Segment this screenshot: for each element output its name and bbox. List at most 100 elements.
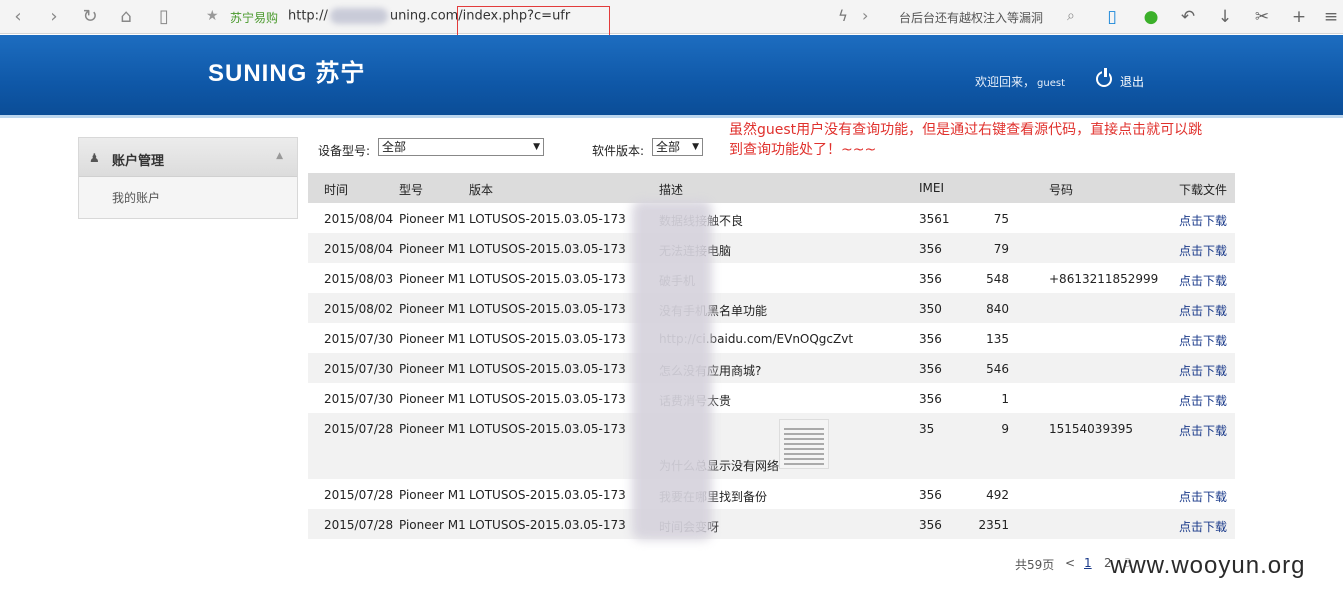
version-filter-label: 软件版本:: [592, 144, 645, 158]
cell-version: LOTUSOS-2015.03.05-173: [469, 422, 626, 436]
cell-imei: 350: [919, 302, 942, 316]
cell-model: Pioneer M1: [399, 212, 466, 226]
chevron-right-icon[interactable]: ›: [862, 6, 868, 25]
cell-time: 2015/08/03: [324, 272, 394, 286]
download-link[interactable]: 点击下载: [1179, 332, 1227, 349]
cell-imei: 35: [919, 422, 935, 436]
table-row: 2015/08/04 Pioneer M1 LOTUSOS-2015.03.05-1…: [308, 233, 1235, 263]
download-icon[interactable]: ↓: [1213, 5, 1237, 29]
table-row: 2015/07/30 Pioneer M1 LOTUSOS-2015.03.05-1…: [308, 323, 1235, 353]
cell-time: 2015/08/04: [324, 242, 394, 256]
cell-model: Pioneer M1: [399, 242, 466, 256]
cell-version: LOTUSOS-2015.03.05-173: [469, 362, 626, 376]
table-row: 2015/07/28 Pioneer M1 LOTUSOS-2015.03.05-1…: [308, 413, 1235, 479]
sidebar-item-my-account[interactable]: 我的账户: [112, 189, 160, 206]
cell-imei: 356: [919, 362, 942, 376]
download-link[interactable]: 点击下载: [1179, 488, 1227, 505]
cell-imei-tail: 75: [993, 212, 1009, 226]
refresh-icon[interactable]: ↻: [78, 5, 102, 29]
column-header: 版本: [469, 183, 494, 197]
cell-version: LOTUSOS-2015.03.05-173: [469, 332, 626, 346]
table-row: 2015/07/30 Pioneer M1 LOTUSOS-2015.03.05-1…: [308, 383, 1235, 413]
power-icon[interactable]: [1096, 68, 1112, 87]
cell-imei: 3561: [919, 212, 950, 226]
cell-version: LOTUSOS-2015.03.05-173: [469, 302, 626, 316]
table-header: 时间 型号 版本 描述 IMEI 号码 下载文件: [308, 173, 1235, 203]
cell-model: Pioneer M1: [399, 272, 466, 286]
download-link[interactable]: 点击下载: [1179, 518, 1227, 535]
download-link[interactable]: 点击下载: [1179, 422, 1227, 439]
forward-icon[interactable]: ›: [42, 5, 66, 29]
home-icon[interactable]: ⌂: [114, 5, 138, 29]
phone-icon[interactable]: ▯: [1100, 5, 1124, 29]
new-tab-icon[interactable]: +: [1287, 5, 1311, 29]
cell-version: LOTUSOS-2015.03.05-173: [469, 518, 626, 532]
table-row: 2015/07/28 Pioneer M1 LOTUSOS-2015.03.05-1…: [308, 509, 1235, 539]
wechat-icon[interactable]: ●: [1139, 5, 1163, 29]
cell-version: LOTUSOS-2015.03.05-173: [469, 272, 626, 286]
cell-version: LOTUSOS-2015.03.05-173: [469, 488, 626, 502]
annotation-note: 虽然guest用户没有查询功能，但是通过右键查看源代码，直接点击就可以跳到查询功…: [729, 122, 1203, 158]
model-select[interactable]: 全部 ▼: [378, 138, 544, 156]
download-link[interactable]: 点击下载: [1179, 362, 1227, 379]
sidebar: ♟ 账户管理 ▲ 我的账户: [78, 137, 298, 219]
browser-toolbar: ‹ › ↻ ⌂ ▯ ★ 苏宁易购 http://uning.com/index.…: [0, 0, 1343, 42]
column-header: 型号: [399, 183, 424, 197]
cell-imei: 356: [919, 332, 942, 346]
column-header: 号码: [1049, 183, 1074, 197]
collapse-icon[interactable]: ▲: [276, 151, 283, 161]
table-row: 2015/08/02 Pioneer M1 LOTUSOS-2015.03.05-1…: [308, 293, 1235, 323]
sidebar-header[interactable]: ♟ 账户管理 ▲: [79, 138, 297, 177]
star-icon[interactable]: ★: [206, 8, 219, 24]
cell-time: 2015/07/28: [324, 422, 394, 436]
cell-time: 2015/07/30: [324, 392, 394, 406]
model-filter-label: 设备型号:: [318, 144, 371, 158]
column-header: 下载文件: [1179, 183, 1228, 197]
download-link[interactable]: 点击下载: [1179, 392, 1227, 409]
reader-icon[interactable]: ▯: [152, 5, 176, 29]
table-row: 2015/08/04 Pioneer M1 LOTUSOS-2015.03.05-1…: [308, 203, 1235, 233]
cell-phone: +8613211852999: [1049, 272, 1159, 286]
pager-page-1[interactable]: 1: [1084, 556, 1092, 570]
cell-imei-tail: 135: [986, 332, 1009, 346]
download-link[interactable]: 点击下载: [1179, 242, 1227, 259]
cell-imei: 356: [919, 518, 942, 532]
download-link[interactable]: 点击下载: [1179, 272, 1227, 289]
undo-icon[interactable]: ↶: [1176, 5, 1200, 29]
table-row: 2015/07/30 Pioneer M1 LOTUSOS-2015.03.05-1…: [308, 353, 1235, 383]
scissors-icon[interactable]: ✂: [1250, 5, 1274, 29]
cell-imei-tail: 492: [986, 488, 1009, 502]
cell-model: Pioneer M1: [399, 392, 466, 406]
logout-link[interactable]: 退出: [1120, 73, 1144, 90]
select-arrow-icon: ▼: [692, 142, 699, 152]
download-link[interactable]: 点击下载: [1179, 212, 1227, 229]
cell-imei-tail: 1: [1001, 392, 1009, 406]
cell-model: Pioneer M1: [399, 302, 466, 316]
download-link[interactable]: 点击下载: [1179, 302, 1227, 319]
pager-total: 共59页: [1015, 558, 1055, 572]
feedback-table: 时间 型号 版本 描述 IMEI 号码 下载文件 2015/08/04 Pione…: [308, 173, 1235, 539]
cell-imei-tail: 546: [986, 362, 1009, 376]
site-name: 苏宁易购: [230, 11, 279, 25]
cell-imei-tail: 548: [986, 272, 1009, 286]
imei-redaction: [632, 200, 712, 540]
screenshot-thumbnail[interactable]: [779, 419, 829, 469]
table-row: 2015/07/28 Pioneer M1 LOTUSOS-2015.03.05-1…: [308, 479, 1235, 509]
sidebar-title: 账户管理: [112, 154, 165, 169]
users-icon: ♟: [89, 151, 100, 165]
select-arrow-icon: ▼: [533, 142, 540, 152]
back-icon[interactable]: ‹: [6, 5, 30, 29]
suning-logo[interactable]: SUNING 苏宁: [208, 53, 365, 88]
cell-model: Pioneer M1: [399, 362, 466, 376]
cell-version: LOTUSOS-2015.03.05-173: [469, 392, 626, 406]
version-select[interactable]: 全部 ▼: [652, 138, 703, 156]
search-icon[interactable]: ⌕: [1067, 8, 1075, 24]
bolt-icon[interactable]: ϟ: [838, 7, 848, 25]
cell-imei: 356: [919, 392, 942, 406]
cell-imei: 356: [919, 272, 942, 286]
cell-model: Pioneer M1: [399, 422, 466, 436]
cell-time: 2015/07/30: [324, 332, 394, 346]
search-input[interactable]: 台后台还有越权注入等漏洞: [899, 9, 1063, 26]
pager-prev[interactable]: <: [1065, 556, 1075, 570]
menu-icon[interactable]: ≡: [1319, 5, 1343, 29]
